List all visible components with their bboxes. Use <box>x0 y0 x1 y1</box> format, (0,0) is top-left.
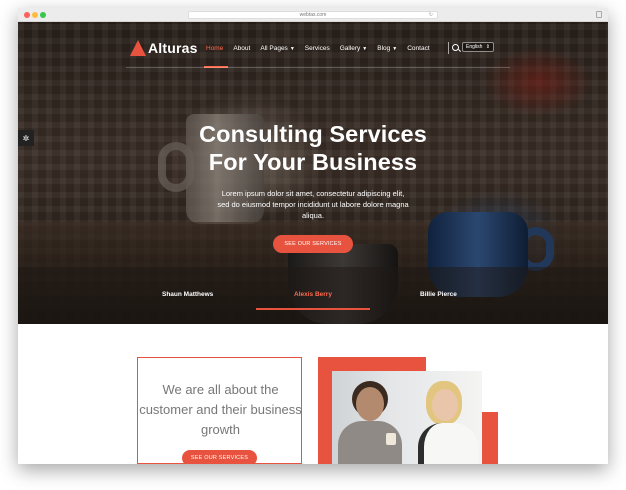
search-icon[interactable] <box>452 44 459 51</box>
see-our-services-button[interactable]: SEE OUR SERVICES <box>273 235 353 253</box>
nav-item-label: Services <box>304 45 330 52</box>
nav-item-all-pages[interactable]: All Pages ▼ <box>260 45 294 52</box>
maximize-window-button[interactable] <box>40 12 46 18</box>
share-icon[interactable] <box>596 11 602 18</box>
language-select[interactable]: English ⇕ <box>462 42 494 52</box>
minimize-window-button[interactable] <box>32 12 38 18</box>
testimonial-active-indicator <box>256 308 370 310</box>
meeting-photo <box>332 371 482 464</box>
address-text: webtas.com <box>299 12 327 18</box>
testimonial-tab-1[interactable]: Shaun Matthews <box>162 291 213 298</box>
nav-item-about[interactable]: About <box>233 45 250 52</box>
reload-icon[interactable]: ↻ <box>429 12 433 18</box>
browser-window: webtas.com ↻ Alturas Home About All Pages ▼… <box>18 8 608 464</box>
address-bar[interactable]: webtas.com ↻ <box>188 11 438 19</box>
language-value: English <box>466 44 483 50</box>
site-logo[interactable]: Alturas <box>130 40 198 56</box>
coffee-cup <box>386 433 396 445</box>
main-menu: Home About All Pages ▼ Services Gallery ▼ Blog ▼… <box>206 45 440 52</box>
hero-section: Alturas Home About All Pages ▼ Services Galle… <box>18 22 608 324</box>
testimonial-tab-2[interactable]: Alexis Berry <box>294 291 332 298</box>
person-face <box>356 387 384 421</box>
top-navigation: Alturas Home About All Pages ▼ Services Galle… <box>18 22 608 68</box>
about-photo-block <box>318 357 498 464</box>
hero-title: Consulting Services For Your Business <box>18 120 608 176</box>
chevron-down-icon: ⇕ <box>485 44 490 50</box>
person-face <box>432 389 458 421</box>
about-services-button[interactable]: SEE OUR SERVICES <box>182 450 257 464</box>
nav-item-gallery[interactable]: Gallery ▼ <box>340 45 368 52</box>
logo-text: Alturas <box>148 40 198 56</box>
nav-divider <box>126 67 510 68</box>
hero-title-line-1: Consulting Services <box>199 121 427 147</box>
close-window-button[interactable] <box>24 12 30 18</box>
nav-item-label: Blog <box>377 45 391 52</box>
search-separator <box>448 42 449 54</box>
about-card: We are all about the customer and their … <box>137 357 302 464</box>
chevron-down-icon: ▼ <box>289 46 295 52</box>
nav-item-label: Contact <box>407 45 430 52</box>
nav-item-label: Home <box>206 45 224 52</box>
nav-item-contact[interactable]: Contact <box>407 45 429 52</box>
logo-mark-icon <box>130 40 146 56</box>
person-body <box>418 423 478 464</box>
chevron-down-icon: ▼ <box>362 46 368 52</box>
nav-item-label: All Pages <box>260 45 288 52</box>
about-heading: We are all about the customer and their … <box>139 382 302 437</box>
nav-item-label: About <box>233 45 251 52</box>
nav-item-home[interactable]: Home <box>206 45 223 52</box>
nav-item-label: Gallery <box>339 45 361 52</box>
hero-description: Lorem ipsum dolor sit amet, consectetur … <box>217 189 409 220</box>
nav-item-blog[interactable]: Blog ▼ <box>377 45 397 52</box>
nav-item-services[interactable]: Services <box>305 45 330 52</box>
browser-toolbar: webtas.com ↻ <box>18 8 608 22</box>
testimonial-tab-3[interactable]: Billie Pierce <box>420 291 457 298</box>
hero-title-line-2: For Your Business <box>208 149 418 175</box>
chevron-down-icon: ▼ <box>392 46 398 52</box>
